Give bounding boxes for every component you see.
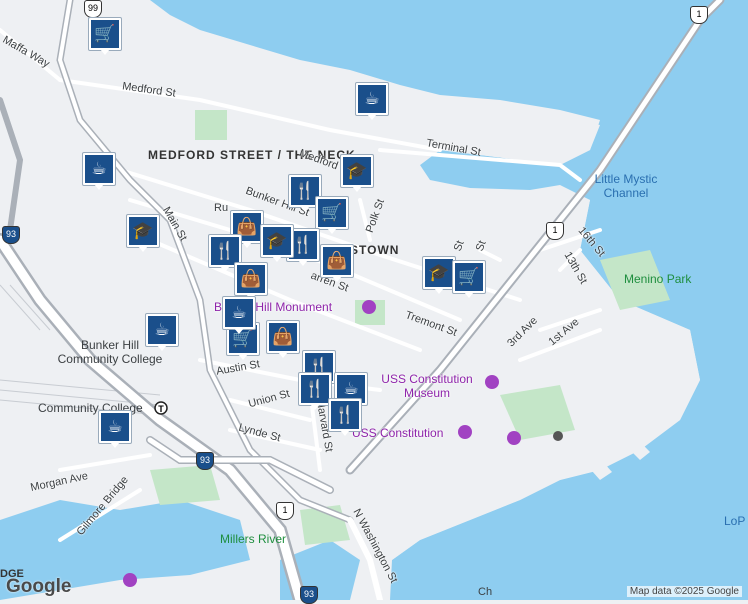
road-label-ru: Ru	[214, 202, 229, 214]
area-label-medford-street: MEDFORD STREET / THE NECK	[148, 148, 356, 162]
shopping-cart-icon: 🛒	[455, 263, 483, 291]
museum-pin-icon	[485, 375, 499, 389]
marker-coffee[interactable]: ☕	[355, 82, 389, 120]
route-99-shield: 99	[84, 0, 102, 18]
svg-text:T: T	[158, 404, 164, 414]
shopping-bag-icon: 👜	[237, 265, 265, 293]
marker-restaurant[interactable]: 🍴	[298, 372, 332, 410]
shopping-bag-icon: 👜	[323, 247, 351, 275]
shopping-cart-icon: 🛒	[318, 199, 346, 227]
shopping-cart-icon: 🛒	[91, 20, 119, 48]
park-label-menino: Menino Park	[624, 272, 692, 286]
edge-label-lop: LoP	[724, 514, 746, 528]
museum-pin-icon	[458, 425, 472, 439]
interstate-93-shield: 93	[196, 452, 214, 470]
marker-restaurant[interactable]: 🍴	[328, 398, 362, 436]
museum-pin-icon	[123, 573, 137, 587]
marker-shopping-cart[interactable]: 🛒	[452, 260, 486, 298]
restaurant-icon: 🍴	[331, 401, 359, 429]
museum-pin-icon	[507, 431, 521, 445]
ferry-pin-icon	[553, 431, 563, 441]
poi-label-uss-constitution[interactable]: USS Constitution	[352, 426, 443, 440]
route-1-shield: 1	[546, 222, 564, 240]
marker-coffee[interactable]: ☕	[98, 410, 132, 448]
google-logo: Google	[6, 576, 72, 597]
marker-coffee[interactable]: ☕	[82, 152, 116, 190]
marker-shopping-bag[interactable]: 👜	[266, 320, 300, 358]
shopping-bag-icon: 👜	[269, 323, 297, 351]
route-1-shield: 1	[690, 6, 708, 24]
graduation-cap-icon: 🎓	[425, 259, 453, 287]
park-label-millers-river: Millers River	[220, 532, 286, 546]
marker-shopping-bag[interactable]: 👜	[234, 262, 268, 300]
monument-pin-icon	[362, 300, 376, 314]
coffee-cup-icon: ☕	[358, 85, 386, 113]
water-label-little-mystic: Little Mystic Channel	[594, 172, 658, 200]
interstate-93-shield: 93	[2, 226, 20, 244]
coffee-cup-icon: ☕	[225, 299, 253, 327]
marker-school[interactable]: 🎓	[340, 154, 374, 192]
graduation-cap-icon: 🎓	[129, 217, 157, 245]
marker-coffee[interactable]: ☕	[222, 296, 256, 334]
marker-school[interactable]: 🎓	[422, 256, 456, 294]
restaurant-icon: 🍴	[211, 237, 239, 265]
coffee-cup-icon: ☕	[85, 155, 113, 183]
restaurant-icon: 🍴	[301, 375, 329, 403]
coffee-cup-icon: ☕	[101, 413, 129, 441]
park-area	[195, 110, 227, 140]
area-label-charlestown: STOWN	[350, 243, 400, 257]
graduation-cap-icon: 🎓	[343, 157, 371, 185]
marker-shopping-bag[interactable]: 👜	[320, 244, 354, 282]
marker-coffee[interactable]: ☕	[145, 313, 179, 351]
map-attribution: Map data ©2025 Google	[626, 586, 742, 597]
interstate-93-shield: 93	[300, 586, 318, 604]
graduation-cap-icon: 🎓	[263, 227, 291, 255]
marker-school[interactable]: 🎓	[260, 224, 294, 262]
coffee-cup-icon: ☕	[148, 316, 176, 344]
marker-shopping-cart[interactable]: 🛒	[315, 196, 349, 234]
marker-shopping-cart[interactable]: 🛒	[88, 17, 122, 55]
route-1-shield: 1	[276, 502, 294, 520]
marker-school[interactable]: 🎓	[126, 214, 160, 252]
poi-label-uss-constitution-museum[interactable]: USS Constitution Museum	[372, 372, 482, 400]
edge-label-ch: Ch	[478, 586, 493, 598]
